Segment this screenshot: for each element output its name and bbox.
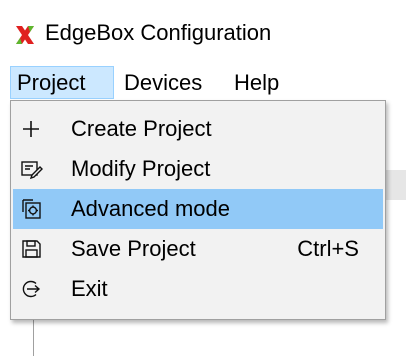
menu-item-modify-project[interactable]: Modify Project	[13, 149, 383, 189]
settings-copy-icon	[19, 197, 43, 221]
menu-item-label: Exit	[71, 276, 108, 301]
menu-item-create-project[interactable]: Create Project	[13, 109, 383, 149]
window-title: EdgeBox Configuration	[45, 20, 272, 45]
menu-item-exit[interactable]: Exit	[13, 269, 383, 309]
project-dropdown-menu: Create Project Modify Project Advanced m…	[10, 100, 386, 320]
edit-document-icon	[19, 157, 43, 181]
menu-item-label: Modify Project	[71, 156, 211, 181]
menu-item-label: Advanced mode	[71, 196, 230, 221]
floppy-disk-icon	[19, 237, 43, 261]
plus-icon	[19, 117, 43, 141]
menu-help[interactable]: Help	[228, 66, 298, 99]
exit-icon	[19, 277, 43, 301]
menu-item-label: Save Project	[71, 236, 196, 261]
menu-item-shortcut: Ctrl+S	[297, 236, 359, 261]
app-logo-icon	[14, 24, 36, 46]
title-bar: EdgeBox Configuration	[0, 0, 406, 64]
menu-item-label: Create Project	[71, 116, 212, 141]
menu-item-advanced-mode[interactable]: Advanced mode	[13, 189, 383, 229]
menu-bar: Project Devices Help	[0, 64, 406, 102]
menu-item-save-project[interactable]: Save Project Ctrl+S	[13, 229, 383, 269]
menu-project[interactable]: Project	[10, 66, 114, 99]
app-window: EdgeBox Configuration Project Devices He…	[0, 0, 406, 356]
menu-devices[interactable]: Devices	[118, 66, 232, 99]
